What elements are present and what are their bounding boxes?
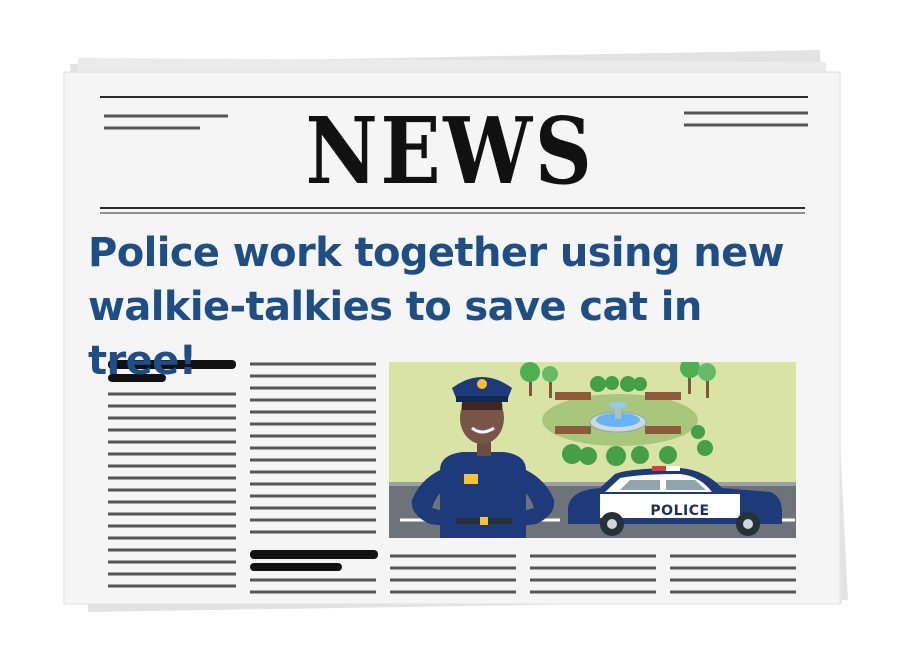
masthead-title: NEWS: [305, 97, 595, 205]
headline: Police work together using new walkie-ta…: [88, 230, 785, 384]
newspaper-scene: NEWS Police work together using new walk…: [0, 0, 900, 650]
police-car-label: POLICE: [650, 503, 710, 519]
